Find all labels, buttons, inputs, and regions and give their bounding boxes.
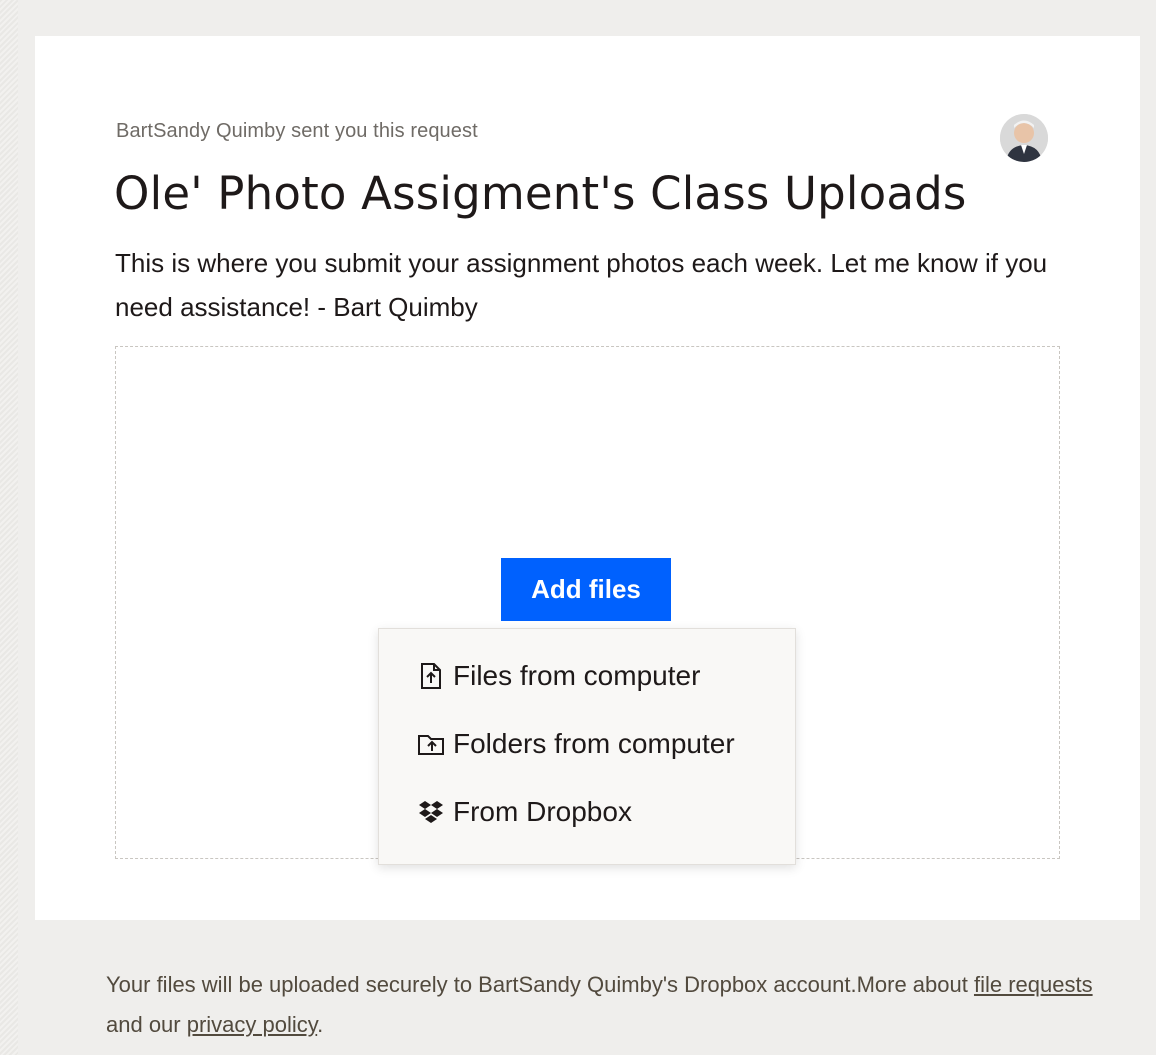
avatar: [1000, 114, 1048, 162]
menu-item-label: Folders from computer: [453, 728, 735, 759]
request-description: This is where you submit your assignment…: [115, 248, 1048, 322]
menu-item-label: From Dropbox: [453, 796, 632, 827]
file-upload-icon: [417, 662, 445, 690]
footer-note: Your files will be uploaded securely to …: [106, 965, 1096, 1045]
page-title: Ole' Photo Assigment's Class Uploads: [114, 167, 967, 220]
add-files-menu: Files from computer Folders from compute…: [378, 628, 796, 865]
menu-item-from-dropbox[interactable]: From Dropbox: [417, 790, 632, 834]
footer-text-middle: and our: [106, 1012, 187, 1037]
add-files-button[interactable]: Add files: [501, 558, 671, 621]
file-requests-link[interactable]: file requests: [974, 972, 1093, 997]
menu-item-label: Files from computer: [453, 660, 701, 691]
privacy-policy-link[interactable]: privacy policy: [187, 1012, 317, 1037]
menu-item-folders-from-computer[interactable]: Folders from computer: [417, 722, 735, 766]
sender-line: BartSandy Quimby sent you this request: [116, 120, 478, 142]
dropbox-icon: [417, 798, 445, 826]
footer-text-before: Your files will be uploaded securely to …: [106, 972, 974, 997]
footer-text-after: .: [317, 1012, 324, 1037]
folder-upload-icon: [417, 730, 445, 758]
menu-item-files-from-computer[interactable]: Files from computer: [417, 654, 700, 698]
file-request-card: BartSandy Quimby sent you this request O…: [35, 36, 1140, 920]
page-texture: [0, 0, 18, 1055]
